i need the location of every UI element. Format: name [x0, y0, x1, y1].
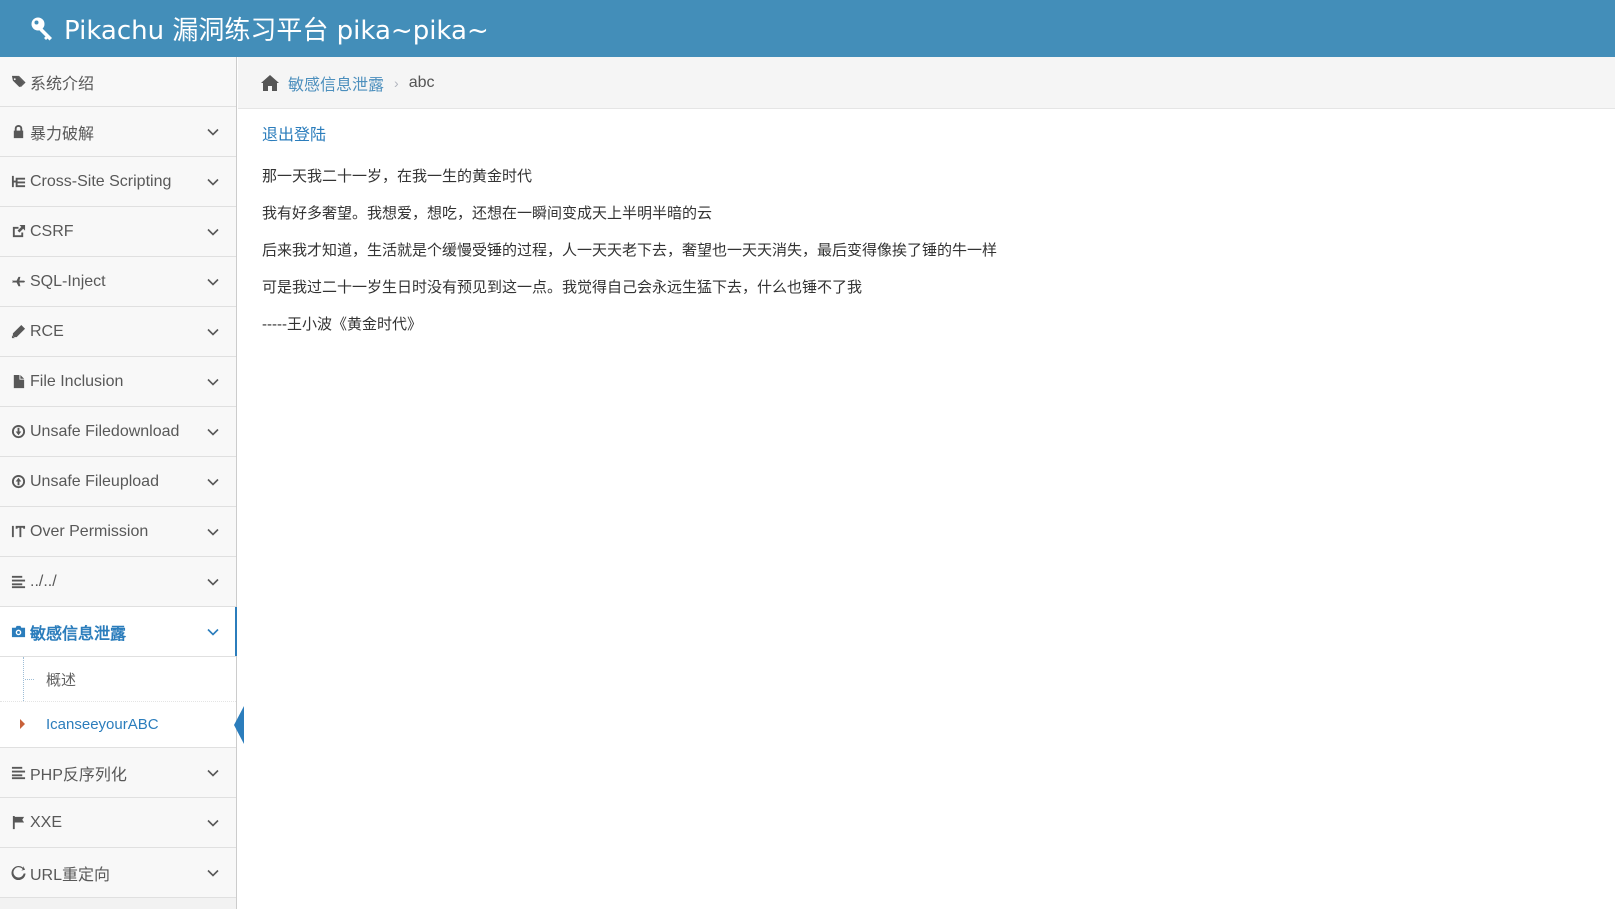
text-line: -----王小波《黄金时代》 — [262, 316, 422, 333]
align-left-icon — [9, 574, 27, 589]
chevron-down-icon — [207, 228, 219, 236]
text-line: 可是我过二十一岁生日时没有预见到这一点。我觉得自己会永远生猛下去，什么也锤不了我 — [262, 279, 863, 296]
sidebar-item-xss[interactable]: Cross-Site Scripting — [0, 157, 236, 207]
breadcrumb: 敏感信息泄露 › abc — [238, 57, 1615, 109]
key-icon — [31, 17, 52, 40]
main-content: 敏感信息泄露 › abc 退出登陆 那一天我二十一岁，在我一生的黄金时代 我有好… — [238, 57, 1615, 909]
sidebar-item-dir-traversal[interactable]: ../../ — [0, 557, 236, 607]
sidebar-item-label: File Inclusion — [30, 372, 124, 390]
sitemap-icon — [9, 174, 27, 189]
sidebar-item-rce[interactable]: RCE — [0, 307, 236, 357]
sidebar-item-label: XXE — [30, 813, 63, 831]
sidebar-item-label: Cross-Site Scripting — [30, 172, 172, 190]
text-line: 我有好多奢望。我想爱，想吃，还想在一瞬间变成天上半明半暗的云 — [262, 205, 713, 222]
sidebar-item-sql-inject[interactable]: SQL-Inject — [0, 257, 236, 307]
text-line: 后来我才知道，生活就是个缓慢受锤的过程，人一天天老下去，奢望也一天天消失，最后变… — [262, 242, 998, 259]
sidebar-item-intro[interactable]: 系统介绍 — [0, 57, 236, 107]
sidebar-item-info-leak[interactable]: 敏感信息泄露 — [0, 607, 237, 657]
chevron-down-icon — [207, 278, 219, 286]
submenu-item-label: IcanseeyourABC — [46, 716, 159, 733]
chevron-down-icon — [207, 819, 219, 827]
submenu-item-overview[interactable]: 概述 — [0, 657, 236, 702]
chevron-down-icon — [207, 528, 219, 536]
upload-icon — [9, 474, 27, 489]
sidebar-item-csrf[interactable]: CSRF — [0, 207, 236, 257]
chevron-down-icon — [207, 769, 219, 777]
sidebar-item-label: URL重定向 — [30, 866, 111, 884]
sidebar-item-file-inclusion[interactable]: File Inclusion — [0, 357, 236, 407]
breadcrumb-current: abc — [408, 73, 435, 91]
lock-icon — [9, 124, 27, 139]
chevron-down-icon — [207, 378, 219, 386]
download-icon — [9, 424, 27, 439]
flag-icon — [9, 815, 27, 830]
submenu-info-leak: 概述 IcanseeyourABC — [0, 657, 244, 748]
submenu-item-label: 概述 — [46, 671, 77, 689]
tree-connector — [25, 679, 34, 680]
sidebar-item-label: 系统介绍 — [30, 75, 95, 93]
chevron-down-icon — [207, 578, 219, 586]
sidebar-item-label: Over Permission — [30, 522, 149, 540]
sidebar-item-label: Unsafe Fileupload — [30, 472, 159, 490]
sidebar-item-label: Unsafe Filedownload — [30, 422, 180, 440]
chevron-down-icon — [207, 178, 219, 186]
chevron-down-icon — [207, 628, 219, 636]
fighter-jet-icon — [9, 274, 27, 289]
text-line: 那一天我二十一岁，在我一生的黄金时代 — [262, 168, 533, 185]
sidebar-item-label: PHP反序列化 — [30, 766, 127, 784]
sidebar: 系统介绍 暴力破解 Cross-Site Scripting CSRF SQL-… — [0, 57, 244, 909]
sidebar-item-label: ../../ — [30, 572, 57, 590]
sidebar-item-brute-force[interactable]: 暴力破解 — [0, 107, 236, 157]
camera-icon — [9, 624, 27, 639]
sidebar-item-label: 敏感信息泄露 — [30, 625, 127, 643]
sidebar-item-url-redirect[interactable]: URL重定向 — [0, 848, 236, 898]
sidebar-item-label: CSRF — [30, 222, 74, 240]
pencil-icon — [9, 324, 27, 339]
breadcrumb-separator-icon: › — [394, 74, 399, 91]
share-icon — [9, 224, 27, 239]
sidebar-item-xxe[interactable]: XXE — [0, 798, 236, 848]
sidebar-item-unsafe-filedownload[interactable]: Unsafe Filedownload — [0, 407, 236, 457]
submenu-item-icanseeyourabc[interactable]: IcanseeyourABC — [0, 702, 244, 747]
sidebar-item-label: SQL-Inject — [30, 272, 106, 290]
chevron-down-icon — [207, 128, 219, 136]
text-height-icon — [9, 524, 27, 539]
logout-link[interactable]: 退出登陆 — [262, 121, 326, 145]
align-left-icon — [9, 765, 27, 780]
app-title[interactable]: Pikachu 漏洞练习平台 pika~pika~ — [64, 10, 489, 47]
home-icon[interactable] — [260, 74, 280, 92]
caret-right-icon — [20, 719, 25, 729]
sidebar-item-over-permission[interactable]: Over Permission — [0, 507, 236, 557]
sidebar-item-label: RCE — [30, 322, 64, 340]
chevron-down-icon — [207, 478, 219, 486]
breadcrumb-link[interactable]: 敏感信息泄露 — [288, 71, 384, 95]
sidebar-item-unsafe-fileupload[interactable]: Unsafe Fileupload — [0, 457, 236, 507]
refresh-icon — [9, 865, 27, 880]
tags-icon — [9, 74, 27, 89]
top-navbar: Pikachu 漏洞练习平台 pika~pika~ — [0, 0, 1615, 57]
chevron-down-icon — [207, 328, 219, 336]
sidebar-item-label: 暴力破解 — [30, 125, 95, 143]
sidebar-item-php-unserialize[interactable]: PHP反序列化 — [0, 748, 236, 798]
chevron-down-icon — [207, 428, 219, 436]
chevron-down-icon — [207, 869, 219, 877]
page-content: 退出登陆 那一天我二十一岁，在我一生的黄金时代 我有好多奢望。我想爱，想吃，还想… — [238, 109, 1615, 364]
file-icon — [9, 374, 27, 389]
